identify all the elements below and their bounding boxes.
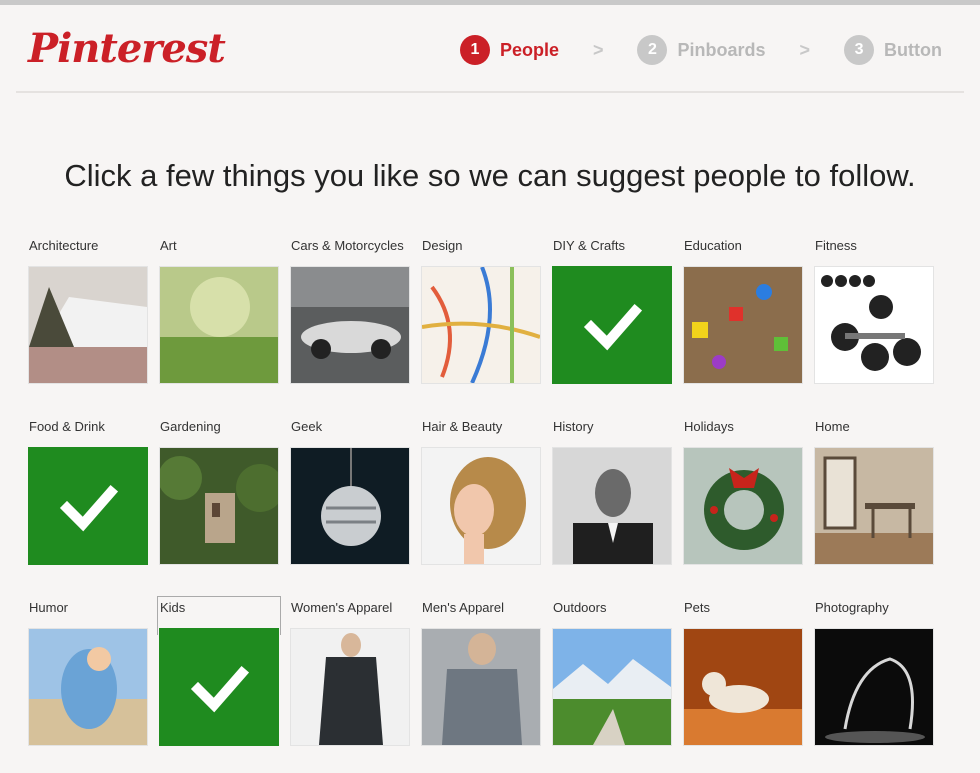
category-thumbnail[interactable]: [683, 266, 803, 384]
category-thumbnail[interactable]: [421, 628, 541, 746]
category-label: Holidays: [684, 419, 734, 434]
category-tile-women-s-apparel[interactable]: Women's Apparel: [290, 600, 410, 746]
category-tile-home[interactable]: Home: [814, 419, 934, 565]
onboarding-steps: 1 People > 2 Pinboards > 3 Button: [459, 35, 942, 65]
category-thumbnail[interactable]: [552, 266, 672, 384]
category-label: Cars & Motorcycles: [291, 238, 404, 253]
step-pinboards: 2 Pinboards: [637, 35, 766, 65]
category-thumbnail[interactable]: [28, 628, 148, 746]
category-tile-humor[interactable]: Humor: [28, 600, 148, 746]
category-thumbnail[interactable]: [814, 447, 934, 565]
category-tile-design[interactable]: Design: [421, 238, 541, 384]
category-tile-diy-crafts[interactable]: DIY & Crafts: [552, 238, 672, 384]
category-label: Design: [422, 238, 463, 253]
category-thumbnail[interactable]: [28, 447, 148, 565]
category-label: Photography: [815, 600, 889, 615]
step-label: People: [499, 39, 559, 60]
category-thumbnail[interactable]: [159, 266, 279, 384]
category-label: History: [553, 419, 594, 434]
category-thumbnail[interactable]: [159, 628, 279, 746]
category-tile-kids[interactable]: Kids: [157, 596, 281, 746]
category-label: Home: [815, 419, 850, 434]
category-thumbnail[interactable]: [683, 447, 803, 565]
category-thumbnail[interactable]: [814, 628, 934, 746]
category-thumbnail[interactable]: [552, 447, 672, 565]
step-label: Button: [884, 39, 942, 60]
category-thumbnail[interactable]: [290, 266, 410, 384]
category-tile-architecture[interactable]: Architecture: [28, 238, 148, 384]
category-tile-fitness[interactable]: Fitness: [814, 238, 934, 384]
category-tile-gardening[interactable]: Gardening: [159, 419, 279, 565]
category-label: Fitness: [815, 238, 857, 253]
chevron-right-icon: >: [592, 39, 604, 60]
header: Pinterest 1 People > 2 Pinboards > 3 But…: [0, 5, 980, 93]
category-label: Architecture: [29, 238, 99, 253]
category-tile-history[interactable]: History: [552, 419, 672, 565]
category-tile-photography[interactable]: Photography: [814, 600, 934, 746]
step-button: 3 Button: [844, 35, 942, 65]
category-label: Humor: [29, 600, 69, 615]
category-label: Pets: [684, 600, 711, 615]
chevron-right-icon: >: [799, 39, 811, 60]
category-tile-education[interactable]: Education: [683, 238, 803, 384]
category-thumbnail[interactable]: [552, 628, 672, 746]
category-label: Gardening: [160, 419, 221, 434]
category-label: Geek: [291, 419, 323, 434]
category-tile-men-s-apparel[interactable]: Men's Apparel: [421, 600, 541, 746]
page-headline: Click a few things you like so we can su…: [64, 158, 916, 193]
step-people: 1 People: [459, 35, 559, 65]
category-tile-hair-beauty[interactable]: Hair & Beauty: [421, 419, 541, 565]
checkmark-icon: [583, 303, 643, 351]
category-label: Men's Apparel: [422, 600, 504, 615]
category-tile-geek[interactable]: Geek: [290, 419, 410, 565]
category-label: Food & Drink: [29, 419, 105, 434]
category-label: Education: [684, 238, 742, 253]
category-label: Women's Apparel: [291, 600, 393, 615]
category-label: Hair & Beauty: [422, 419, 503, 434]
category-thumbnail[interactable]: [814, 266, 934, 384]
step-number-badge: 2: [637, 35, 668, 65]
category-tile-outdoors[interactable]: Outdoors: [552, 600, 672, 746]
header-divider: [16, 91, 964, 93]
category-thumbnail[interactable]: [290, 628, 410, 746]
category-thumbnail[interactable]: [159, 447, 279, 565]
category-label: Art: [160, 238, 177, 253]
category-thumbnail[interactable]: [421, 266, 541, 384]
category-thumbnail[interactable]: [290, 447, 410, 565]
checkmark-icon: [59, 484, 119, 532]
category-label: DIY & Crafts: [553, 238, 626, 253]
category-thumbnail[interactable]: [28, 266, 148, 384]
step-label: Pinboards: [677, 39, 766, 60]
pinterest-logo[interactable]: Pinterest: [28, 25, 226, 72]
focus-outline: [157, 596, 281, 635]
category-label: Outdoors: [553, 600, 607, 615]
checkmark-icon: [190, 665, 250, 713]
step-number-badge: 1: [459, 35, 490, 65]
category-thumbnail[interactable]: [683, 628, 803, 746]
category-tile-cars-motorcycles[interactable]: Cars & Motorcycles: [290, 238, 410, 384]
category-tile-art[interactable]: Art: [159, 238, 279, 384]
category-tile-holidays[interactable]: Holidays: [683, 419, 803, 565]
category-grid: Architecture Art Cars & Motorcycles Design D…: [28, 238, 934, 746]
category-thumbnail[interactable]: [421, 447, 541, 565]
step-number-badge: 3: [844, 35, 875, 65]
category-tile-pets[interactable]: Pets: [683, 600, 803, 746]
category-tile-food-drink[interactable]: Food & Drink: [28, 419, 148, 565]
